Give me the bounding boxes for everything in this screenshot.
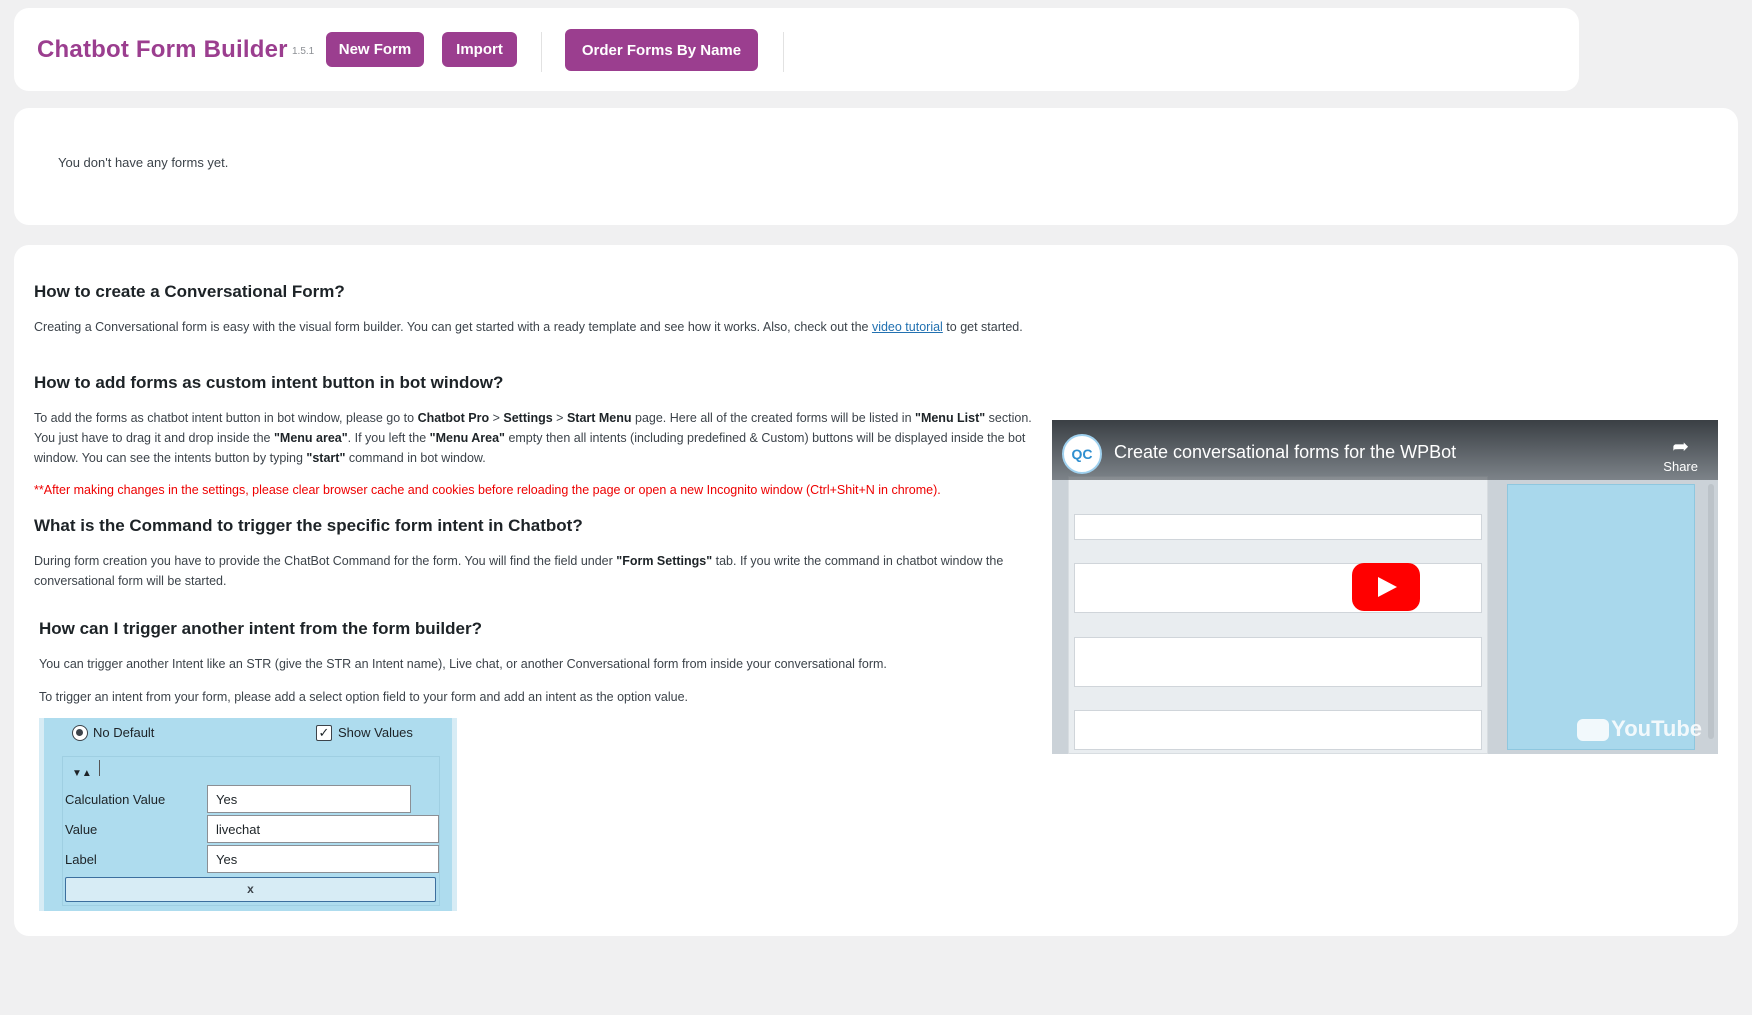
video-field-preview: [1074, 710, 1482, 750]
youtube-logo[interactable]: YouTube: [1577, 716, 1702, 742]
youtube-video-embed[interactable]: QC Create conversational forms for the W…: [1052, 420, 1718, 754]
video-title[interactable]: Create conversational forms for the WPBo…: [1114, 442, 1456, 463]
help-card: How to create a Conversational Form? Cre…: [14, 245, 1738, 936]
no-default-label: No Default: [93, 725, 155, 740]
help-q1-title: How to create a Conversational Form?: [34, 282, 345, 301]
help-q2-title: How to add forms as custom intent button…: [34, 373, 504, 392]
sort-triangle-icon: ▼▲: [72, 768, 92, 779]
import-button[interactable]: Import: [442, 32, 517, 67]
help-q4-text-2: To trigger an intent from your form, ple…: [39, 690, 688, 704]
text-caret: [99, 760, 100, 776]
play-button[interactable]: [1352, 563, 1420, 611]
new-form-button[interactable]: New Form: [326, 32, 424, 67]
video-field-preview: [1074, 514, 1482, 540]
video-settings-preview: [1507, 484, 1695, 750]
divider: [541, 32, 542, 72]
video-field-preview: [1074, 563, 1482, 613]
label-label: Label: [65, 852, 97, 867]
help-q3-title: What is the Command to trigger the speci…: [34, 516, 583, 535]
page-title: Chatbot Form Builder: [37, 36, 288, 63]
empty-forms-message: You don't have any forms yet.: [58, 155, 229, 170]
value-label: Value: [65, 822, 98, 837]
version-label: 1.5.1: [292, 46, 315, 57]
youtube-icon: [1577, 719, 1610, 742]
calculation-value-label: Calculation Value: [65, 792, 166, 807]
video-field-preview: [1074, 637, 1482, 687]
divider: [783, 32, 784, 72]
forms-list-card: You don't have any forms yet.: [14, 108, 1738, 225]
remove-option-button: x: [65, 877, 436, 902]
help-q4-title: How can I trigger another intent from th…: [39, 619, 482, 638]
show-values-checkbox: ✓: [316, 725, 332, 741]
share-icon: ➦: [1672, 436, 1690, 458]
video-tutorial-link[interactable]: video tutorial: [872, 320, 943, 334]
help-q1-text: Creating a Conversational form is easy w…: [34, 320, 1023, 334]
help-q3-text: During form creation you have to provide…: [34, 554, 1004, 588]
order-forms-button[interactable]: Order Forms By Name: [565, 29, 758, 71]
help-warning: **After making changes in the settings, …: [34, 483, 941, 497]
value-field: livechat: [207, 815, 439, 843]
calculation-value-field: Yes: [207, 785, 411, 813]
header-card: Chatbot Form Builder 1.5.1 New Form Impo…: [14, 8, 1579, 91]
help-q2-text: To add the forms as chatbot intent butto…: [34, 411, 1032, 465]
help-q4-text-1: You can trigger another Intent like an S…: [39, 657, 887, 671]
label-field: Yes: [207, 845, 439, 873]
share-button[interactable]: ➦ Share: [1663, 434, 1698, 474]
select-option-example-image: No Default ✓ Show Values ▼▲ Calculation …: [39, 718, 457, 911]
no-default-radio: [72, 725, 88, 741]
channel-logo[interactable]: QC: [1062, 434, 1102, 474]
show-values-label: Show Values: [338, 725, 413, 740]
scrollbar: [1708, 484, 1714, 739]
